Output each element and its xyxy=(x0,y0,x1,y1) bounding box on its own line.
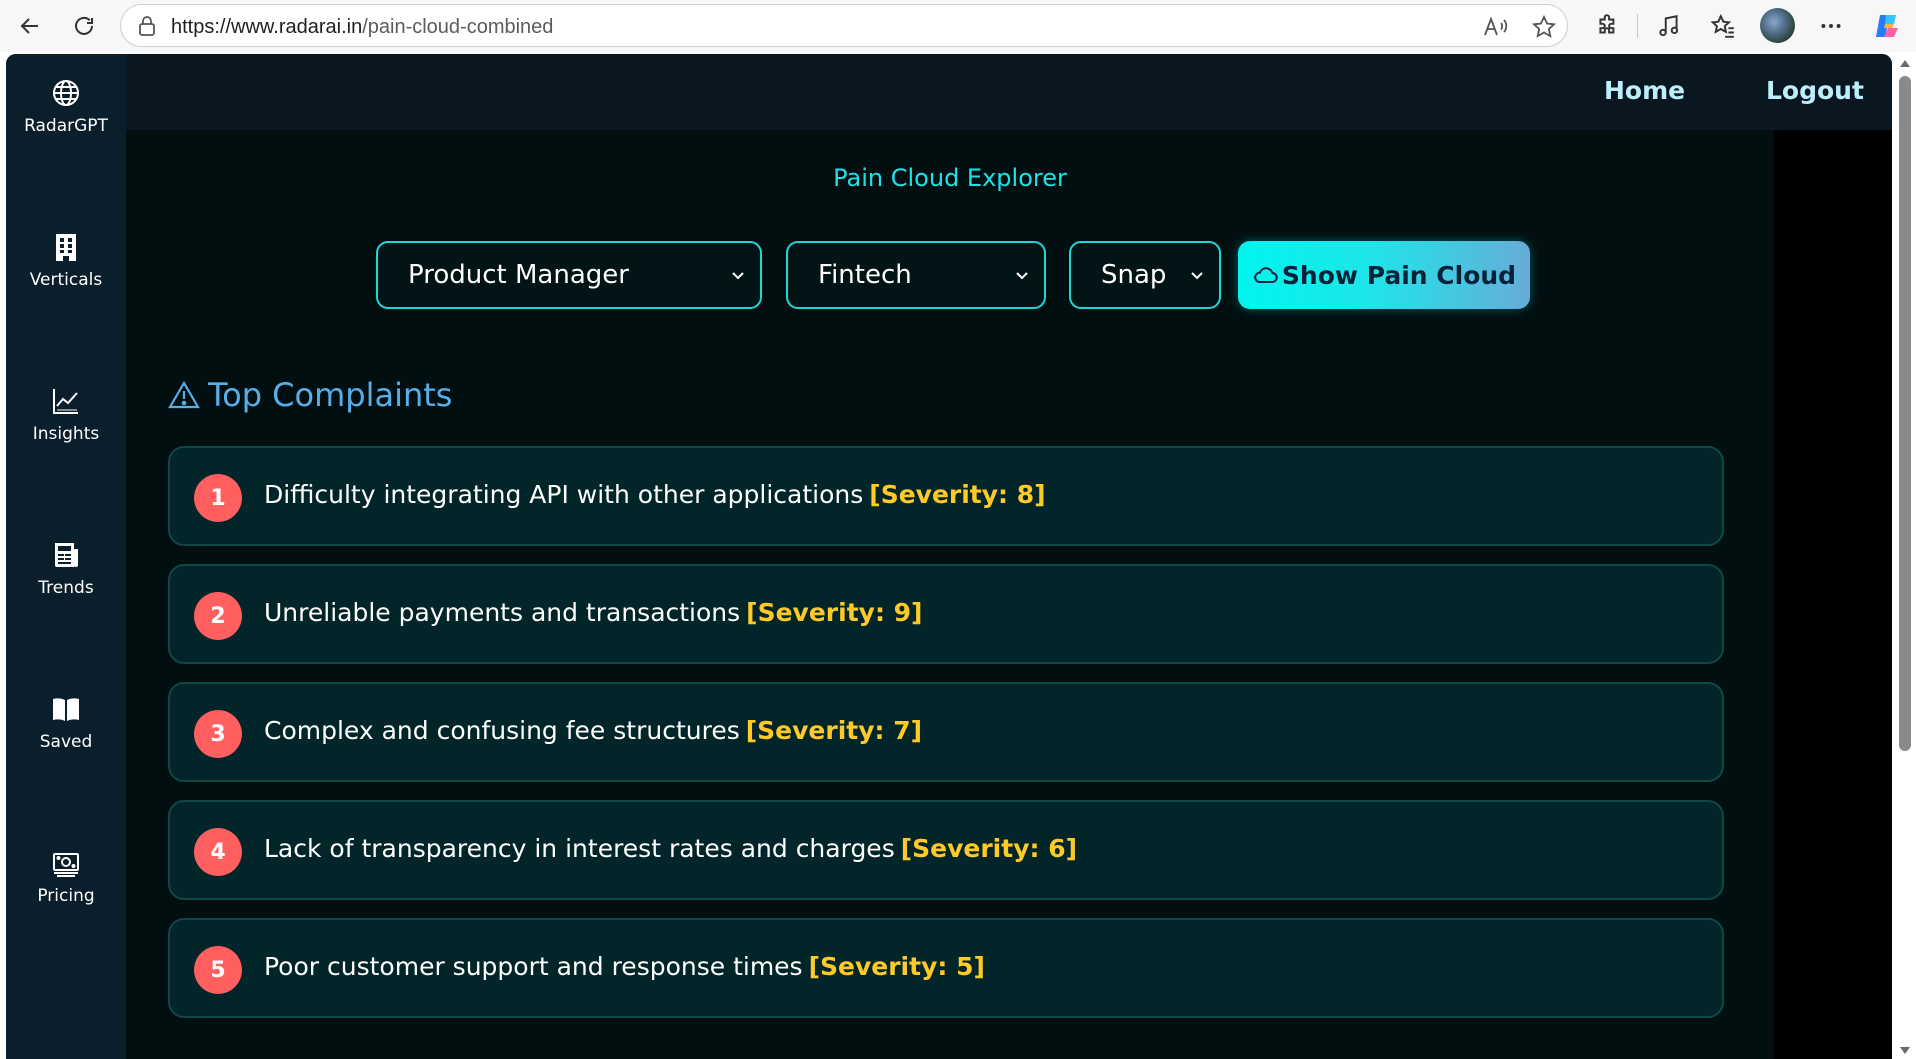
extensions-button[interactable] xyxy=(1591,9,1625,43)
complaint-description: Poor customer support and response times xyxy=(264,952,803,981)
severity-label: [Severity: 6] xyxy=(900,834,1078,863)
music-note-icon xyxy=(1659,15,1679,37)
globe-icon xyxy=(53,80,79,106)
copilot-button[interactable] xyxy=(1870,9,1904,43)
favorite-star-icon[interactable] xyxy=(1531,15,1557,39)
more-menu-button[interactable] xyxy=(1814,9,1848,43)
sidebar-item-verticals[interactable]: Verticals xyxy=(6,232,126,322)
top-complaints-heading: Top Complaints xyxy=(168,374,452,416)
sidebar-item-saved[interactable]: Saved xyxy=(6,694,126,784)
page-scrollbar[interactable] xyxy=(1894,54,1916,1059)
warning-triangle-icon xyxy=(168,380,200,409)
severity-label: [Severity: 9] xyxy=(746,598,923,627)
sidebar-item-radargpt[interactable]: RadarGPT xyxy=(6,78,126,168)
chevron-down-icon xyxy=(1191,272,1203,280)
scroll-thumb[interactable] xyxy=(1899,76,1911,751)
sidebar-item-insights[interactable]: Insights xyxy=(6,386,126,476)
main-content: Pain Cloud Explorer Product Manager Fint… xyxy=(126,130,1774,1059)
right-gutter xyxy=(1774,130,1892,1059)
address-bar[interactable]: https://www.radarai.in/pain-cloud-combin… xyxy=(120,4,1568,47)
rank-badge: 1 xyxy=(194,474,242,522)
complaint-description: Difficulty integrating API with other ap… xyxy=(264,480,864,509)
sidebar-item-trends[interactable]: Trends xyxy=(6,540,126,630)
sidebar-label-radargpt: RadarGPT xyxy=(24,116,108,136)
complaint-item: 5 Poor customer support and response tim… xyxy=(168,918,1724,1018)
rank-badge: 2 xyxy=(194,592,242,640)
sidebar-label-saved: Saved xyxy=(39,732,93,752)
complaint-description: Complex and confusing fee structures xyxy=(264,716,740,745)
rank-badge: 4 xyxy=(194,828,242,876)
back-button[interactable] xyxy=(12,8,48,44)
complaint-item: 3 Complex and confusing fee structures [S… xyxy=(168,682,1724,782)
complaint-text: Difficulty integrating API with other ap… xyxy=(264,480,1046,509)
refresh-button[interactable] xyxy=(66,8,102,44)
page-title: Pain Cloud Explorer xyxy=(833,164,1067,192)
sidebar-item-pricing[interactable]: Pricing xyxy=(6,848,126,938)
home-link[interactable]: Home xyxy=(1604,76,1685,105)
severity-label: [Severity: 7] xyxy=(745,716,923,745)
sidebar-label-trends: Trends xyxy=(38,578,94,598)
complaint-description: Unreliable payments and transactions xyxy=(264,598,741,627)
chevron-down-icon xyxy=(1016,272,1028,280)
app-window: RadarGPT Verticals Insights Trends Saved… xyxy=(6,54,1892,1059)
severity-label: [Severity: 8] xyxy=(869,480,1046,509)
vertical-select-value: Fintech xyxy=(818,260,912,290)
toolbar-divider xyxy=(1637,14,1638,38)
browser-toolbar: https://www.radarai.in/pain-cloud-combin… xyxy=(0,0,1916,52)
complaint-text: Poor customer support and response times… xyxy=(264,952,985,981)
rank-badge: 3 xyxy=(194,710,242,758)
money-icon xyxy=(53,853,79,877)
chart-line-icon xyxy=(53,389,78,414)
profile-avatar[interactable] xyxy=(1760,8,1795,43)
arrow-left-icon xyxy=(20,18,38,34)
sidebar-label-pricing: Pricing xyxy=(37,886,95,906)
favorites-list-icon xyxy=(1710,13,1734,38)
scroll-up-arrow-icon[interactable] xyxy=(1899,58,1911,70)
role-select[interactable]: Product Manager xyxy=(376,241,762,309)
puzzle-icon xyxy=(1599,14,1615,34)
complaint-text: Complex and confusing fee structures [Sev… xyxy=(264,716,922,745)
complaint-description: Lack of transparency in interest rates a… xyxy=(264,834,895,863)
url-host: https://www.radarai.in xyxy=(171,16,363,38)
show-pain-cloud-label: Show Pain Cloud xyxy=(1281,260,1517,290)
url-text: https://www.radarai.in/pain-cloud-combin… xyxy=(171,16,553,39)
lock-icon xyxy=(139,16,155,36)
url-path: /pain-cloud-combined xyxy=(362,16,554,38)
top-navbar: Home Logout xyxy=(126,54,1892,130)
more-dots-icon xyxy=(1821,24,1841,28)
sidebar: RadarGPT Verticals Insights Trends Saved… xyxy=(6,54,126,1059)
read-aloud-icon[interactable] xyxy=(1483,15,1509,39)
chevron-down-icon xyxy=(732,272,744,280)
newspaper-icon xyxy=(55,543,78,567)
complaint-item: 4 Lack of transparency in interest rates… xyxy=(168,800,1724,900)
complaints-list: 1 Difficulty integrating API with other … xyxy=(168,446,1724,1036)
building-icon xyxy=(56,234,76,261)
rank-badge: 5 xyxy=(194,946,242,994)
complaint-text: Lack of transparency in interest rates a… xyxy=(264,834,1077,863)
top-complaints-title: Top Complaints xyxy=(208,376,453,414)
company-select[interactable]: Snap xyxy=(1069,241,1221,309)
cloud-icon xyxy=(1254,267,1278,283)
logout-link[interactable]: Logout xyxy=(1766,76,1864,105)
favorites-button[interactable] xyxy=(1706,9,1740,43)
scroll-down-arrow-icon[interactable] xyxy=(1899,1044,1911,1056)
media-button[interactable] xyxy=(1652,9,1686,43)
complaint-item: 2 Unreliable payments and transactions [S… xyxy=(168,564,1724,664)
company-select-value: Snap xyxy=(1101,260,1167,290)
copilot-icon xyxy=(1876,15,1898,37)
vertical-select[interactable]: Fintech xyxy=(786,241,1046,309)
complaint-text: Unreliable payments and transactions [Sev… xyxy=(264,598,922,627)
sidebar-label-verticals: Verticals xyxy=(29,270,103,290)
role-select-value: Product Manager xyxy=(408,260,629,290)
complaint-item: 1 Difficulty integrating API with other … xyxy=(168,446,1724,546)
book-icon xyxy=(53,698,79,721)
sidebar-label-insights: Insights xyxy=(32,424,100,444)
refresh-icon xyxy=(75,16,93,35)
severity-label: [Severity: 5] xyxy=(808,952,985,981)
show-pain-cloud-button[interactable]: Show Pain Cloud xyxy=(1238,241,1530,309)
